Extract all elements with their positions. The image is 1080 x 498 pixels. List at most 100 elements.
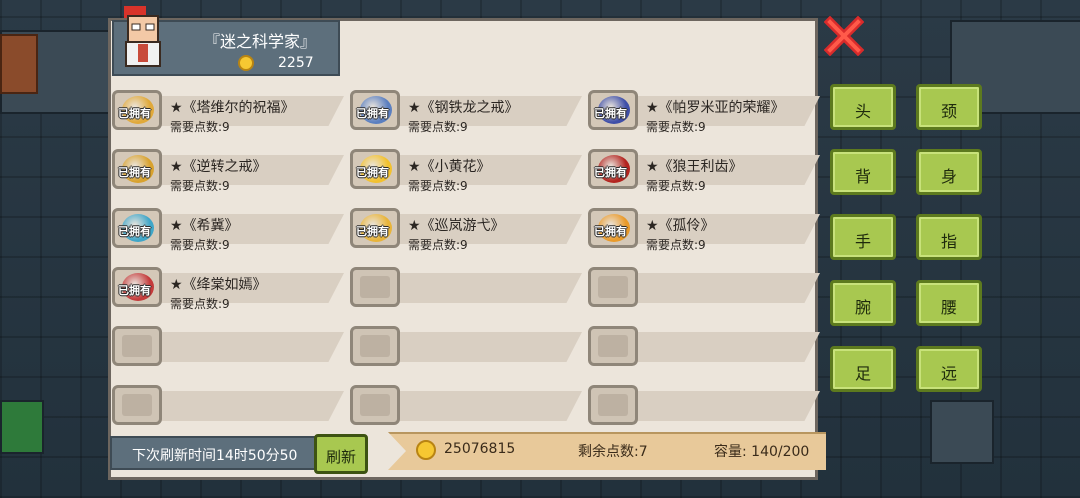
owned-badge: 已拥有 <box>118 225 151 238</box>
item-icon-frame <box>112 385 162 425</box>
category-label: 远 <box>940 364 957 383</box>
item-slot[interactable]: 已拥有 ★《帕罗米亚的荣耀》 需要点数:9 <box>588 88 820 134</box>
owned-badge: 已拥有 <box>594 166 627 179</box>
item-name: ★《逆转之戒》 <box>170 159 267 175</box>
category-label: 身 <box>940 167 957 186</box>
owned-badge: 已拥有 <box>594 225 627 238</box>
item-cost: 需要点数:9 <box>408 120 468 134</box>
category-label: 颈 <box>940 102 957 121</box>
item-name: ★《狼王利齿》 <box>646 159 743 175</box>
item-icon-frame: 已拥有 <box>350 208 400 248</box>
item-icon-frame: 已拥有 <box>112 208 162 248</box>
item-name: ★《绛棠如嫣》 <box>170 277 267 293</box>
owned-badge: 已拥有 <box>356 225 389 238</box>
owned-badge: 已拥有 <box>356 166 389 179</box>
refresh-time-text: 下次刷新时间14时50分50 <box>132 448 298 464</box>
owned-badge: 已拥有 <box>594 107 627 120</box>
item-icon-frame: 已拥有 <box>350 90 400 130</box>
item-name: ★《帕罗米亚的荣耀》 <box>646 100 785 116</box>
item-icon-frame <box>350 385 400 425</box>
coin-icon <box>416 440 436 460</box>
character-title: 『迷之科学家』 <box>204 32 317 51</box>
item-icon-frame <box>588 267 638 307</box>
item-cost: 需要点数:9 <box>646 120 706 134</box>
item-cost: 需要点数:9 <box>646 238 706 252</box>
item-icon-frame <box>588 326 638 366</box>
item-name: ★《小黄花》 <box>408 159 491 175</box>
category-back-button[interactable]: 背 <box>830 149 896 195</box>
empty-item-slot[interactable] <box>112 383 344 429</box>
item-slot[interactable]: 已拥有 ★《小黄花》 需要点数:9 <box>350 147 582 193</box>
category-label: 腕 <box>854 298 871 317</box>
empty-item-slot[interactable] <box>350 324 582 370</box>
category-finger-button[interactable]: 指 <box>916 214 982 260</box>
owned-badge: 已拥有 <box>118 284 151 297</box>
item-slot[interactable]: 已拥有 ★《狼王利齿》 需要点数:9 <box>588 147 820 193</box>
background-cabinet <box>0 34 38 94</box>
item-slot[interactable]: 已拥有 ★《巡岚游弋》 需要点数:9 <box>350 206 582 252</box>
item-name: ★《塔维尔的祝福》 <box>170 100 295 116</box>
item-icon-frame <box>350 267 400 307</box>
category-label: 背 <box>854 167 871 186</box>
category-neck-button[interactable]: 颈 <box>916 84 982 130</box>
close-icon[interactable] <box>824 16 864 56</box>
currency-info: 25076815 剩余点数:7 容量: 140/200 <box>388 432 826 468</box>
category-waist-button[interactable]: 腰 <box>916 280 982 326</box>
item-name: ★《巡岚游弋》 <box>408 218 505 234</box>
item-slot[interactable]: 已拥有 ★《逆转之戒》 需要点数:9 <box>112 147 344 193</box>
background-terminal <box>930 400 994 464</box>
category-head-button[interactable]: 头 <box>830 84 896 130</box>
item-icon-frame: 已拥有 <box>588 90 638 130</box>
item-slot[interactable]: 已拥有 ★《孤伶》需要点数:9 <box>588 206 820 252</box>
category-body-button[interactable]: 身 <box>916 149 982 195</box>
category-label: 手 <box>854 232 871 251</box>
item-cost: 需要点数:9 <box>408 179 468 193</box>
item-icon-frame <box>112 326 162 366</box>
item-icon-frame: 已拥有 <box>588 208 638 248</box>
empty-item-slot[interactable] <box>112 324 344 370</box>
refresh-button[interactable]: 刷新 <box>314 434 368 474</box>
item-slot[interactable]: 已拥有 ★《绛棠如嫣》 需要点数:9 <box>112 265 344 311</box>
item-icon-frame: 已拥有 <box>588 149 638 189</box>
item-slot[interactable]: 已拥有 ★《希冀》需要点数:9 <box>112 206 344 252</box>
item-cost: 需要点数:9 <box>170 297 230 311</box>
category-label: 足 <box>854 364 871 383</box>
gold-coin-icon <box>238 55 254 71</box>
empty-item-slot[interactable] <box>588 383 820 429</box>
item-icon-frame: 已拥有 <box>112 149 162 189</box>
item-slot[interactable]: 已拥有 ★《钢铁龙之戒》 需要点数:9 <box>350 88 582 134</box>
coin-count: 25076815 <box>444 441 516 457</box>
item-slot[interactable]: 已拥有 ★《塔维尔的祝福》 需要点数:9 <box>112 88 344 134</box>
empty-item-slot[interactable] <box>350 265 582 311</box>
item-cost: 需要点数:9 <box>170 179 230 193</box>
item-icon-frame <box>350 326 400 366</box>
item-name: ★《希冀》 <box>170 218 239 234</box>
background-console <box>0 400 44 454</box>
item-icon-frame <box>588 385 638 425</box>
category-hand-button[interactable]: 手 <box>830 214 896 260</box>
item-icon-frame: 已拥有 <box>350 149 400 189</box>
empty-item-slot[interactable] <box>588 324 820 370</box>
category-label: 指 <box>940 232 957 251</box>
item-cost: 需要点数:9 <box>408 238 468 252</box>
refresh-button-label: 刷新 <box>325 448 356 466</box>
character-gold: 2257 <box>278 55 314 71</box>
scientist-avatar-icon <box>124 6 161 67</box>
remaining-points: 剩余点数:7 <box>578 444 648 460</box>
item-cost: 需要点数:9 <box>170 120 230 134</box>
capacity: 容量: 140/200 <box>714 444 810 460</box>
empty-item-slot[interactable] <box>588 265 820 311</box>
category-label: 头 <box>854 102 871 121</box>
owned-badge: 已拥有 <box>356 107 389 120</box>
category-feet-button[interactable]: 足 <box>830 346 896 392</box>
item-name: ★《钢铁龙之戒》 <box>408 100 519 116</box>
item-icon-frame: 已拥有 <box>112 267 162 307</box>
item-cost: 需要点数:9 <box>170 238 230 252</box>
owned-badge: 已拥有 <box>118 166 151 179</box>
item-name: ★《孤伶》 <box>646 218 715 234</box>
category-ranged-button[interactable]: 远 <box>916 346 982 392</box>
empty-item-slot[interactable] <box>350 383 582 429</box>
item-icon-frame: 已拥有 <box>112 90 162 130</box>
category-wrist-button[interactable]: 腕 <box>830 280 896 326</box>
refresh-timer: 下次刷新时间14时50分50 <box>110 436 320 470</box>
